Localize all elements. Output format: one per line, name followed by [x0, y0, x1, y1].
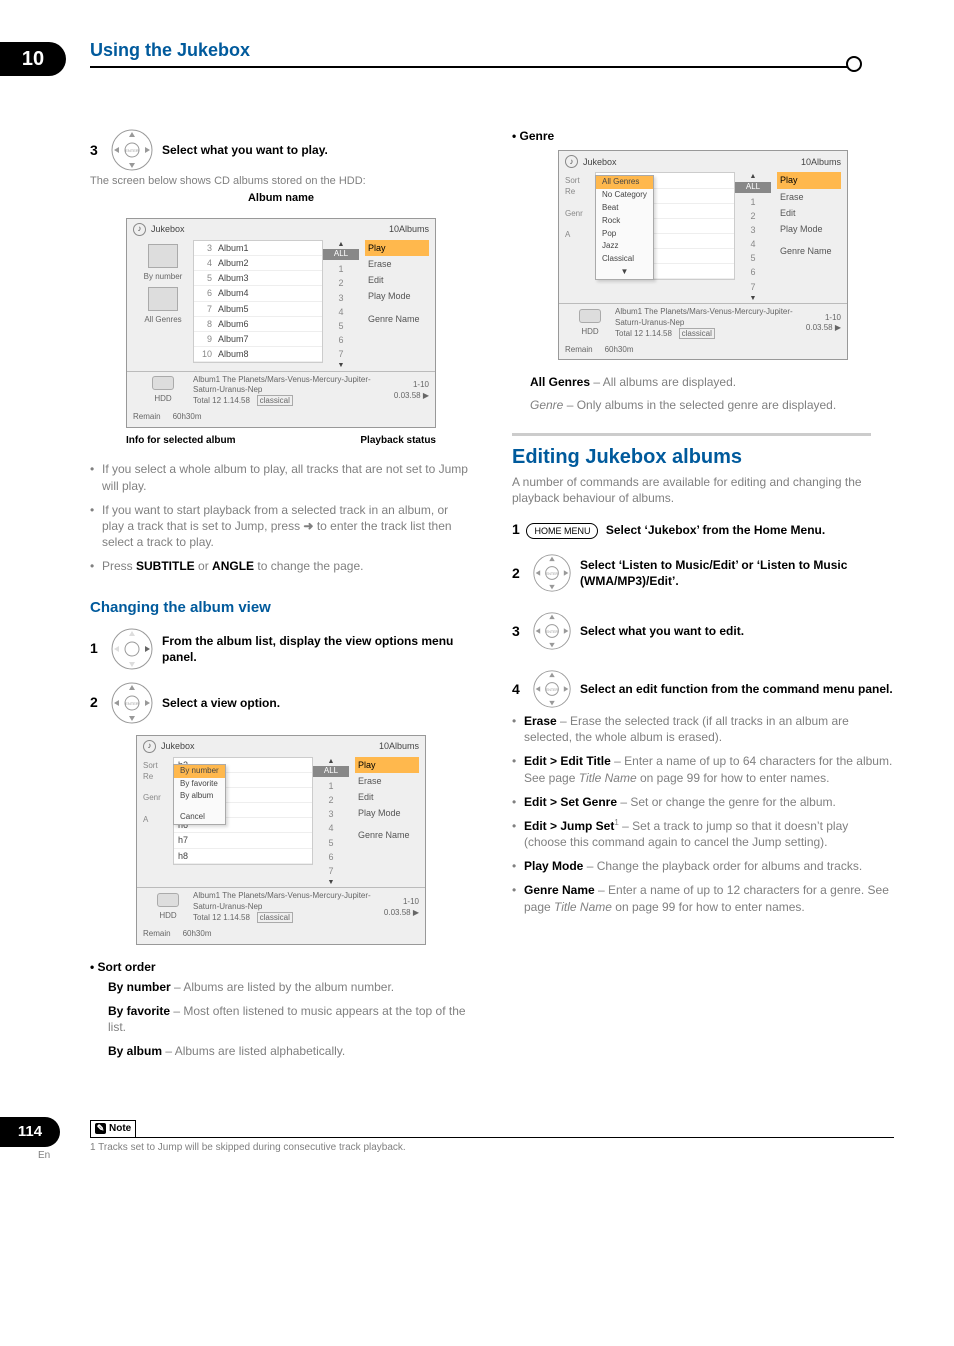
ui-title: Jukebox [151, 223, 185, 235]
note-bullet: If you select a whole album to play, all… [90, 461, 472, 493]
cmd-set-genre: Edit > Set Genre – Set or change the gen… [512, 794, 894, 810]
edit-step-1: 1 HOME MENU Select ‘Jukebox’ from the Ho… [512, 520, 894, 539]
ui-info-bar: HDD Album1 The Planets/Mars-Venus-Mercur… [127, 371, 435, 410]
genre-popup: All Genres No CategoryBeatRockPopJazzCla… [595, 175, 654, 279]
dpad-icon: ENTER [110, 128, 154, 172]
sort-popup: By number By favorite By album Cancel [173, 764, 226, 825]
ui-album-count: 10Albums [389, 223, 429, 235]
editing-heading: Editing Jukebox albums [512, 444, 894, 471]
chapter-header: Using the Jukebox [90, 38, 854, 68]
dpad-icon: ENTER [532, 669, 572, 709]
dpad-right-icon [110, 627, 154, 671]
svg-text:ENTER: ENTER [546, 630, 559, 634]
album-list: 3Album1 4Album2 5Album3 6Album4 7Album5 … [193, 240, 323, 363]
edit-step-1-label: Select ‘Jukebox’ from the Home Menu. [606, 523, 825, 537]
cmd-play-mode: Play Mode – Change the playback order fo… [512, 858, 894, 874]
svg-text:ENTER: ENTER [546, 572, 559, 576]
edit-step-2: 2 ENTER Select ‘Listen to Music/Edit’ or… [512, 553, 894, 593]
note-bullet: Press SUBTITLE or ANGLE to change the pa… [90, 558, 472, 574]
footnote: ✎Note 1 Tracks set to Jump will be skipp… [90, 1119, 894, 1154]
album-thumb-icon [148, 244, 178, 268]
sort-by-number: By number – Albums are listed by the alb… [108, 979, 472, 995]
step-2-row: 2 ENTER Select a view option. [90, 681, 472, 725]
edit-step-3: 3 ENTER Select what you want to edit. [512, 611, 894, 651]
svg-text:ENTER: ENTER [546, 688, 559, 692]
sort-by-favorite: By favorite – Most often listened to mus… [108, 1003, 472, 1035]
sort-by-album: By album – Albums are listed alphabetica… [108, 1043, 472, 1059]
genre-thumb-icon [148, 287, 178, 311]
cmd-jump-set: Edit > Jump Set1 – Set a track to jump s… [512, 818, 894, 850]
genre-heading: Genre [512, 128, 894, 144]
edit-step-4-label: Select an edit function from the command… [580, 681, 893, 697]
chapter-title: Using the Jukebox [90, 38, 250, 62]
step3-notes: If you select a whole album to play, all… [90, 461, 472, 574]
step-2-label: Select a view option. [162, 695, 280, 711]
screenshot-captions: Info for selected album Playback status [126, 434, 436, 448]
section-divider [512, 433, 871, 436]
jukebox-screenshot-1: ♪ Jukebox 10Albums By number All Genres … [126, 218, 436, 428]
step-number: 3 [90, 141, 102, 160]
note-bullet: If you want to start playback from a sel… [90, 502, 472, 551]
step-1-label: From the album list, display the view op… [162, 633, 472, 665]
caption-info: Info for selected album [126, 434, 235, 448]
page-number: 114 En [0, 1117, 60, 1163]
jukebox-icon: ♪ [133, 223, 146, 236]
dpad-icon: ENTER [110, 681, 154, 725]
jukebox-screenshot-2: ♪Jukebox10Albums SortReGenrA h2h3h4h5h6h… [136, 735, 426, 945]
genre-all: All Genres – All albums are displayed. [530, 374, 894, 390]
editing-sub: A number of commands are available for e… [512, 474, 894, 506]
jukebox-screenshot-3: ♪Jukebox10Albums SortReGenrA h2h3h4h5h6h… [558, 150, 848, 360]
caption-playback: Playback status [360, 434, 436, 448]
album-name-callout: Album name [90, 191, 472, 206]
dpad-icon: ENTER [532, 553, 572, 593]
note-icon: ✎ [95, 1123, 106, 1134]
cmd-erase: Erase – Erase the selected track (if all… [512, 713, 894, 745]
page-number-column: ▲ ALL 1234567 ▼ [323, 240, 359, 371]
step-3-subtitle: The screen below shows CD albums stored … [90, 174, 472, 189]
cmd-edit-title: Edit > Edit Title – Enter a name of up t… [512, 753, 894, 785]
cmd-genre-name: Genre Name – Enter a name of up to 12 ch… [512, 882, 894, 914]
sort-order-heading: Sort order [90, 959, 472, 975]
arrow-right-icon: ➜ [303, 519, 313, 533]
subhead-changing-view: Changing the album view [90, 598, 472, 618]
step-1-row: 1 From the album list, display the view … [90, 627, 472, 671]
svg-text:ENTER: ENTER [125, 148, 139, 153]
edit-step-2-label: Select ‘Listen to Music/Edit’ or ‘Listen… [580, 557, 894, 589]
step-3-row: 3 ENTER Select what you want to play. [90, 128, 472, 172]
dpad-icon: ENTER [532, 611, 572, 651]
edit-step-3-label: Select what you want to edit. [580, 623, 744, 639]
step-3-label: Select what you want to play. [162, 142, 328, 158]
edit-command-list: Erase – Erase the selected track (if all… [512, 713, 894, 915]
ui-left-bynumber: By number [144, 272, 183, 283]
svg-text:ENTER: ENTER [125, 701, 139, 706]
hdd-icon [152, 376, 174, 390]
home-menu-button-icon: HOME MENU [526, 523, 598, 539]
footnote-text: 1 Tracks set to Jump will be skipped dur… [90, 1137, 894, 1155]
ui-left-allgenres: All Genres [144, 315, 181, 326]
chapter-number-badge: 10 [0, 42, 66, 76]
genre-selected: Genre – Only albums in the selected genr… [530, 397, 894, 413]
edit-step-4: 4 ENTER Select an edit function from the… [512, 669, 894, 709]
context-menu: PlayEraseEditPlay ModeGenre Name [359, 240, 429, 371]
